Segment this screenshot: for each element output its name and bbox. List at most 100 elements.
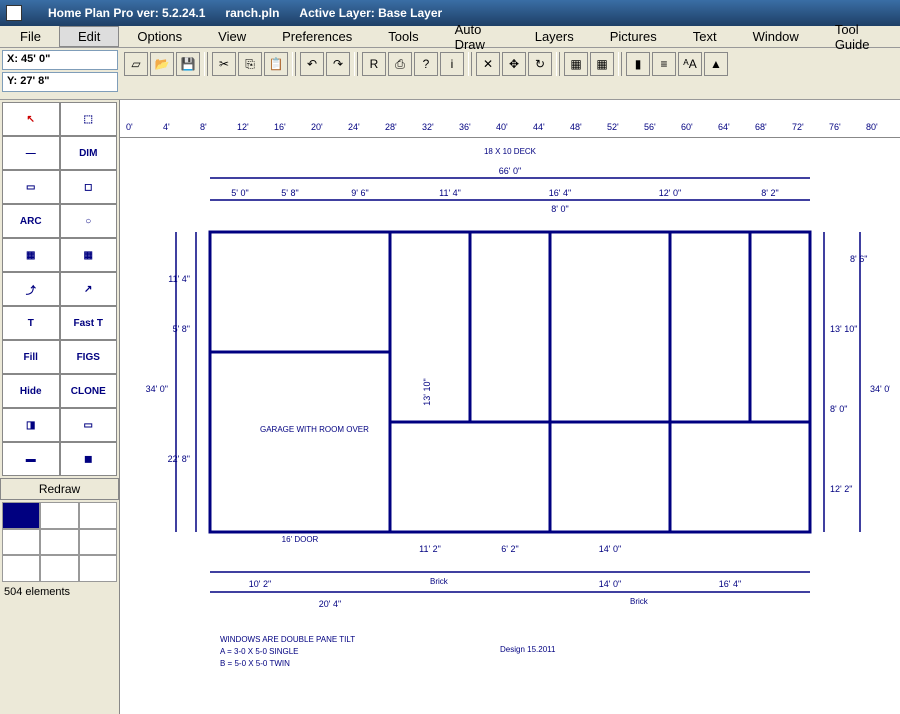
copy-button[interactable]: ⎘ — [238, 52, 262, 76]
undo-button[interactable]: ↶ — [300, 52, 324, 76]
ruler-tick: 24' — [348, 122, 360, 132]
svg-text:10' 2": 10' 2" — [249, 579, 271, 589]
ruler-tick: 64' — [718, 122, 730, 132]
open-button[interactable]: 📂 — [150, 52, 174, 76]
save-button[interactable]: 💾 — [176, 52, 200, 76]
shape-tool[interactable]: ▭ — [60, 408, 118, 442]
canvas[interactable]: 0'4'8'12'16'20'24'28'32'36'40'44'48'52'5… — [120, 100, 900, 714]
menu-window[interactable]: Window — [735, 27, 817, 46]
svg-text:Design 15.2011: Design 15.2011 — [500, 645, 556, 654]
rect-tool[interactable]: ▭ — [2, 170, 60, 204]
cut-button[interactable]: ✂ — [212, 52, 236, 76]
main-toolbar: ▱📂💾 ✂⎘📋 ↶↷ R⎙?i ✕✥↻ ▦▦ ▮≡ᴬA▲ — [120, 48, 900, 99]
curve-tool[interactable]: ⤴ — [2, 272, 60, 306]
arrow-tool[interactable]: ↖ — [2, 102, 60, 136]
menu-tools[interactable]: Tools — [370, 27, 436, 46]
highlight-button[interactable]: ▲ — [704, 52, 728, 76]
ruler-tick: 80' — [866, 122, 878, 132]
svg-text:18 X 10 DECK: 18 X 10 DECK — [484, 147, 537, 156]
text-tool[interactable]: T — [2, 306, 60, 340]
grid2-button[interactable]: ▦ — [590, 52, 614, 76]
rotate-button[interactable]: ↻ — [528, 52, 552, 76]
fill-tool[interactable]: Fill — [2, 340, 60, 374]
line-tool[interactable]: — — [2, 136, 60, 170]
del-button[interactable]: ✕ — [476, 52, 500, 76]
svg-text:WINDOWS ARE DOUBLE PANE TILT: WINDOWS ARE DOUBLE PANE TILT — [220, 635, 355, 644]
menu-file[interactable]: File — [2, 27, 59, 46]
svg-text:16' DOOR: 16' DOOR — [282, 535, 319, 544]
svg-text:34' 0": 34' 0" — [146, 384, 168, 394]
svg-text:13' 10": 13' 10" — [830, 324, 857, 334]
R-button[interactable]: R — [362, 52, 386, 76]
svg-text:B = 5-0 X 5-0 TWIN: B = 5-0 X 5-0 TWIN — [220, 659, 290, 668]
menu-options[interactable]: Options — [119, 27, 200, 46]
menu-preferences[interactable]: Preferences — [264, 27, 370, 46]
bar-tool[interactable]: ▬ — [2, 442, 60, 476]
info-button[interactable]: i — [440, 52, 464, 76]
grid2-tool[interactable]: ▦ — [60, 238, 118, 272]
circle-tool[interactable]: ○ — [60, 204, 118, 238]
svg-text:8' 0": 8' 0" — [830, 404, 847, 414]
paste-button[interactable]: 📋 — [264, 52, 288, 76]
menu-layers[interactable]: Layers — [517, 27, 592, 46]
ruler-tick: 44' — [533, 122, 545, 132]
menu-pictures[interactable]: Pictures — [592, 27, 675, 46]
move-button[interactable]: ✥ — [502, 52, 526, 76]
active-layer: Active Layer: Base Layer — [299, 6, 442, 20]
box-tool[interactable]: ◻ — [60, 170, 118, 204]
svg-text:11' 2": 11' 2" — [419, 544, 441, 554]
svg-text:66' 0": 66' 0" — [499, 166, 521, 176]
select-tool[interactable]: ⬚ — [60, 102, 118, 136]
rgb-button[interactable]: ▮ — [626, 52, 650, 76]
svg-text:14' 0": 14' 0" — [599, 579, 621, 589]
svg-text:14' 0": 14' 0" — [599, 544, 621, 554]
clone-tool[interactable]: CLONE — [60, 374, 118, 408]
svg-text:8' 6": 8' 6" — [850, 254, 867, 264]
solid-tool[interactable]: ◼ — [60, 442, 118, 476]
app-icon — [6, 5, 22, 21]
menu-edit[interactable]: Edit — [59, 26, 119, 47]
svg-text:16' 4": 16' 4" — [549, 188, 571, 198]
svg-text:A = 3-0 X 5-0 SINGLE: A = 3-0 X 5-0 SINGLE — [220, 647, 298, 656]
svg-text:5' 8": 5' 8" — [281, 188, 298, 198]
menu-text[interactable]: Text — [675, 27, 735, 46]
svg-text:Brick: Brick — [630, 597, 649, 606]
svg-text:8' 2": 8' 2" — [761, 188, 778, 198]
ruler-tick: 48' — [570, 122, 582, 132]
ruler-tick: 8' — [200, 122, 207, 132]
ruler-tick: 12' — [237, 122, 249, 132]
arc-tool[interactable]: ARC — [2, 204, 60, 238]
ruler-tick: 0' — [126, 122, 133, 132]
ruler-tick: 40' — [496, 122, 508, 132]
fasttext-tool[interactable]: Fast T — [60, 306, 118, 340]
color-swatch[interactable] — [2, 502, 117, 582]
grid1-tool[interactable]: ▦ — [2, 238, 60, 272]
ruler-tick: 36' — [459, 122, 471, 132]
help-button[interactable]: ? — [414, 52, 438, 76]
ruler-tick: 52' — [607, 122, 619, 132]
app-title: Home Plan Pro ver: 5.2.24.1 — [48, 6, 205, 20]
arrow2-tool[interactable]: ↗ — [60, 272, 118, 306]
svg-text:GARAGE WITH ROOM OVER: GARAGE WITH ROOM OVER — [260, 425, 369, 434]
side-tool[interactable]: ◨ — [2, 408, 60, 442]
ruler-tick: 20' — [311, 122, 323, 132]
menubar: FileEditOptionsViewPreferencesToolsAuto … — [0, 26, 900, 48]
grid-button[interactable]: ▦ — [564, 52, 588, 76]
print-button[interactable]: ⎙ — [388, 52, 412, 76]
hide-tool[interactable]: Hide — [2, 374, 60, 408]
dim-tool[interactable]: DIM — [60, 136, 118, 170]
new-button[interactable]: ▱ — [124, 52, 148, 76]
svg-text:22' 8": 22' 8" — [168, 454, 190, 464]
floor-plan-drawing[interactable]: 66' 0" 18 X 10 DECK 5' 0"5' 8"9' 6"11' 4… — [130, 140, 890, 704]
AA-button[interactable]: ᴬA — [678, 52, 702, 76]
menu-view[interactable]: View — [200, 27, 264, 46]
svg-text:16' 4": 16' 4" — [719, 579, 741, 589]
ruler-tick: 16' — [274, 122, 286, 132]
lines-button[interactable]: ≡ — [652, 52, 676, 76]
redo-button[interactable]: ↷ — [326, 52, 350, 76]
horizontal-ruler: 0'4'8'12'16'20'24'28'32'36'40'44'48'52'5… — [120, 120, 900, 138]
svg-text:12' 0": 12' 0" — [659, 188, 681, 198]
figs-tool[interactable]: FIGS — [60, 340, 118, 374]
svg-text:11' 4": 11' 4" — [439, 188, 461, 198]
redraw-button[interactable]: Redraw — [0, 478, 119, 500]
